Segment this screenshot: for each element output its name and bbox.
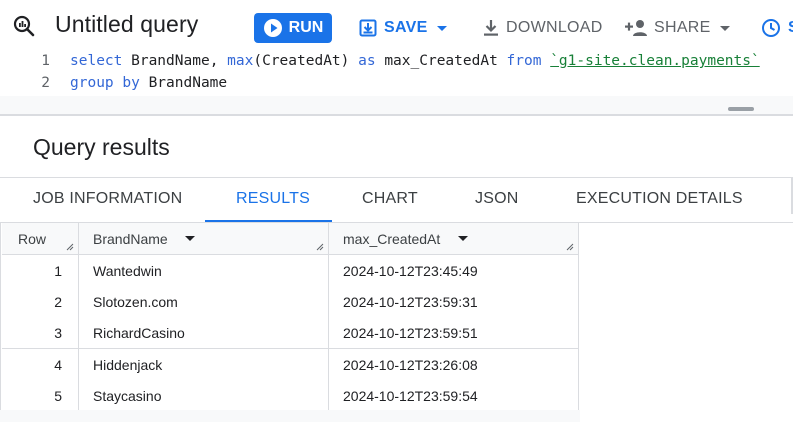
table-cell[interactable]: 2024-10-12T23:59:54 xyxy=(329,379,579,412)
tab-job-information[interactable]: JOB INFORMATION xyxy=(33,190,182,208)
cell-value: Slotozen.com xyxy=(93,294,178,311)
share-button[interactable]: SHARE xyxy=(625,14,732,42)
table-cell[interactable]: Wantedwin xyxy=(79,255,329,287)
cell-value: 2024-10-12T23:45:49 xyxy=(343,263,478,279)
download-label: DOWNLOAD xyxy=(506,19,603,36)
row-number-cell[interactable]: 5 xyxy=(2,379,79,412)
tab-chart[interactable]: CHART xyxy=(362,190,418,208)
line-number: 1 xyxy=(41,53,50,69)
query-icon xyxy=(13,15,35,37)
table-cell[interactable]: 2024-10-12T23:26:08 xyxy=(329,348,579,381)
code-token: as xyxy=(358,53,376,69)
cell-value: 2024-10-12T23:59:31 xyxy=(343,294,478,311)
query-toolbar: Untitled query RUN SAVE DOWNLOAD SHARE xyxy=(0,0,793,52)
table-cell[interactable]: 2024-10-12T23:45:49 xyxy=(329,255,579,287)
line-number: 2 xyxy=(41,75,50,91)
column-header-max-createdat[interactable]: max_CreatedAt xyxy=(329,223,579,255)
run-label: RUN xyxy=(288,19,324,36)
cell-value: Staycasino xyxy=(93,387,162,404)
table-cell[interactable]: Staycasino xyxy=(79,379,329,412)
chevron-down-icon xyxy=(719,26,730,31)
code-token: select xyxy=(70,53,123,69)
table-cell[interactable]: RichardCasino xyxy=(79,317,329,350)
code-token: max_CreatedAt xyxy=(375,53,507,69)
code-token: `g1-site.clean.payments` xyxy=(550,53,760,69)
share-label: SHARE xyxy=(654,19,711,36)
code-token: (CreatedAt) xyxy=(253,53,359,69)
cell-value: 4 xyxy=(54,356,62,373)
results-heading: Query results xyxy=(33,134,170,160)
column-label: BrandName xyxy=(93,231,168,247)
row-number-cell[interactable]: 4 xyxy=(2,348,79,381)
code-text[interactable]: select BrandName, max(CreatedAt) as max_… xyxy=(70,50,760,72)
column-label: max_CreatedAt xyxy=(343,231,441,247)
table-cell[interactable]: Hiddenjack xyxy=(79,348,329,381)
save-label: SAVE xyxy=(384,19,428,36)
play-icon xyxy=(263,19,282,37)
cell-value: 2024-10-12T23:59:54 xyxy=(343,387,478,404)
sort-menu-icon[interactable] xyxy=(185,236,195,241)
row-number-cell[interactable]: 1 xyxy=(2,255,79,287)
clock-icon xyxy=(762,19,780,37)
resize-handle[interactable] xyxy=(728,107,754,111)
table-cell[interactable]: 2024-10-12T23:59:31 xyxy=(329,286,579,319)
run-button[interactable]: RUN xyxy=(254,13,332,43)
download-icon xyxy=(484,20,498,36)
cell-value: Hiddenjack xyxy=(93,356,163,373)
cell-value: 2024-10-12T23:59:51 xyxy=(343,325,478,342)
column-resize-icon[interactable] xyxy=(66,243,74,251)
table-edge xyxy=(0,223,1,422)
save-icon xyxy=(359,19,377,37)
code-text[interactable]: group by BrandName xyxy=(70,72,227,94)
tab-execution-details[interactable]: EXECUTION DETAILS xyxy=(576,190,743,208)
cell-value: 2024-10-12T23:26:08 xyxy=(343,356,478,373)
cell-value: 2 xyxy=(54,294,62,311)
tab-results[interactable]: RESULTS xyxy=(236,190,310,208)
cell-value: RichardCasino xyxy=(93,325,185,342)
chevron-down-icon xyxy=(436,26,447,31)
schedule-label: S xyxy=(788,19,793,37)
editor-footer xyxy=(0,96,793,114)
row-number-cell[interactable]: 3 xyxy=(2,317,79,350)
column-resize-icon[interactable] xyxy=(566,243,574,251)
column-header-row[interactable]: Row xyxy=(2,223,79,255)
cell-value: 3 xyxy=(54,325,62,342)
column-resize-icon[interactable] xyxy=(316,243,324,251)
code-token: group by xyxy=(70,75,140,91)
save-button[interactable]: SAVE xyxy=(359,14,449,42)
code-token: BrandName, xyxy=(122,53,228,69)
divider xyxy=(0,114,793,116)
cell-value: 1 xyxy=(54,263,62,279)
column-header-brandname[interactable]: BrandName xyxy=(79,223,329,255)
code-token: from xyxy=(506,53,542,69)
column-label: Row xyxy=(18,231,47,247)
tab-json[interactable]: JSON xyxy=(475,190,518,208)
table-cell[interactable]: Slotozen.com xyxy=(79,286,329,319)
code-token: max xyxy=(227,53,254,69)
person-add-icon xyxy=(625,20,647,36)
code-token: BrandName xyxy=(139,75,228,91)
cell-value: Wantedwin xyxy=(93,263,162,279)
download-button[interactable]: DOWNLOAD xyxy=(483,14,603,42)
divider xyxy=(0,177,793,178)
sort-menu-icon[interactable] xyxy=(458,236,468,241)
table-footer xyxy=(0,410,580,422)
schedule-button[interactable]: S xyxy=(761,14,793,42)
row-number-cell[interactable]: 2 xyxy=(2,286,79,319)
query-title[interactable]: Untitled query xyxy=(55,11,198,38)
table-cell[interactable]: 2024-10-12T23:59:51 xyxy=(329,317,579,350)
cell-value: 5 xyxy=(54,387,62,404)
